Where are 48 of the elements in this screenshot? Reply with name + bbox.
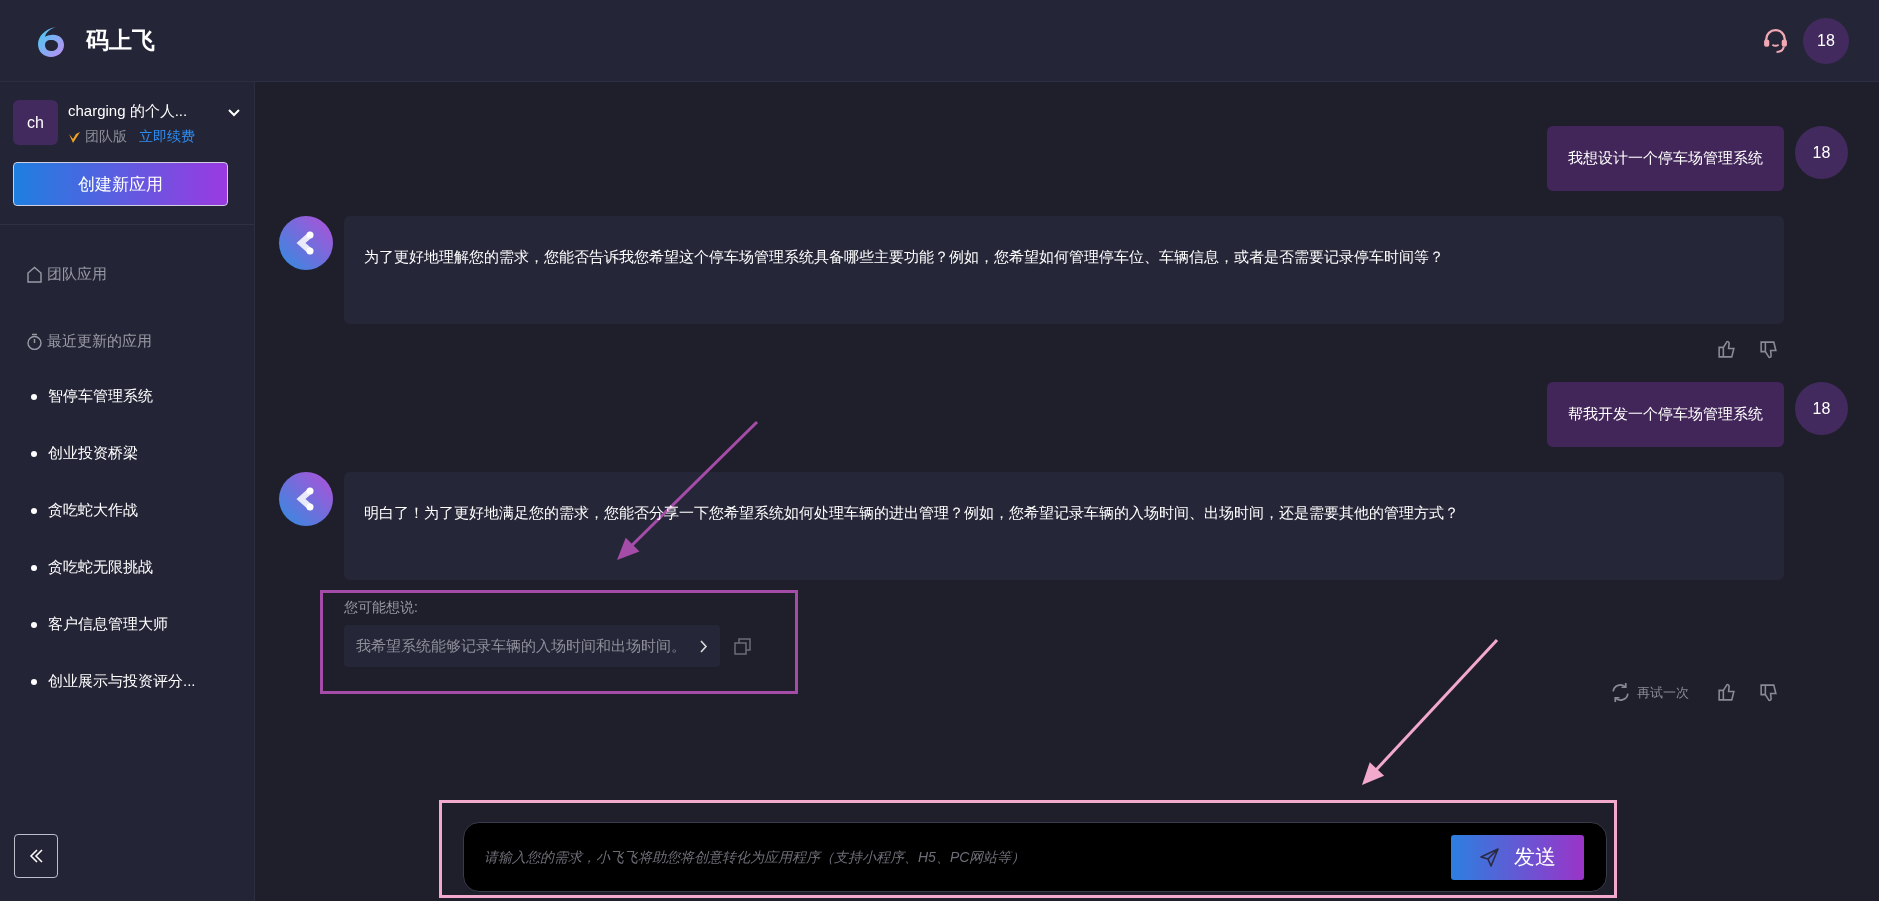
- recent-app-item[interactable]: 贪吃蛇大作战: [48, 501, 138, 520]
- app-title: 码上飞: [86, 26, 155, 55]
- bullet-icon: [31, 564, 37, 571]
- suggestions-label: 您可能想说:: [344, 599, 419, 617]
- thumbs-down-icon[interactable]: [1758, 339, 1779, 360]
- headset-icon[interactable]: [1762, 27, 1789, 54]
- user-message: 帮我开发一个停车场管理系统: [1547, 382, 1784, 447]
- double-chevron-left-icon: [27, 848, 45, 864]
- bullet-icon: [31, 621, 37, 628]
- recent-app-item[interactable]: 创业投资桥梁: [48, 444, 138, 463]
- collapse-sidebar-button[interactable]: [14, 834, 58, 878]
- recent-app-item[interactable]: 贪吃蛇无限挑战: [48, 558, 153, 577]
- suggestion-chip[interactable]: 我希望系统能够记录车辆的入场时间和出场时间。: [344, 625, 720, 667]
- assistant-message: 为了更好地理解您的需求，您能否告诉我您希望这个停车场管理系统具备哪些主要功能？例如，您希望如何管理停车位、车辆信息，或者是否需要记录停车时间等？: [364, 248, 1444, 265]
- create-app-button[interactable]: 创建新应用: [13, 162, 228, 206]
- team-apps-link[interactable]: 团队应用: [47, 265, 107, 284]
- recent-app-item[interactable]: 智停车管理系统: [48, 387, 153, 406]
- plan-label: 团队版: [85, 128, 127, 146]
- workspace-avatar: ch: [13, 100, 58, 145]
- user-avatar[interactable]: 18: [1803, 17, 1849, 64]
- thumbs-up-icon[interactable]: [1716, 682, 1737, 703]
- recent-app-item[interactable]: 创业展示与投资评分...: [48, 672, 196, 691]
- thumbs-down-icon[interactable]: [1758, 682, 1779, 703]
- bullet-icon: [31, 507, 37, 514]
- assistant-message: 明白了！为了更好地满足您的需求，您能否分享一下您希望系统如何处理车辆的进出管理？例如，您希望记录车辆的入场时间、出场时间，还是需要其他的管理方式？: [364, 504, 1459, 521]
- send-icon: [1479, 846, 1500, 868]
- user-avatar: 18: [1795, 382, 1848, 435]
- thumbs-up-icon[interactable]: [1716, 339, 1737, 360]
- bot-avatar-icon: [279, 216, 333, 270]
- refresh-icon: [1610, 682, 1631, 703]
- section-heading: 最近更新的应用: [47, 332, 152, 351]
- user-message: 我想设计一个停车场管理系统: [1547, 126, 1784, 191]
- chevron-right-icon: [698, 638, 708, 654]
- copy-icon[interactable]: [734, 637, 751, 655]
- user-avatar: 18: [1795, 126, 1848, 179]
- recent-app-item[interactable]: 客户信息管理大师: [48, 615, 168, 634]
- plan-badge-icon: [68, 130, 81, 144]
- renew-link[interactable]: 立即续费: [139, 128, 195, 146]
- home-icon: [26, 266, 43, 283]
- send-button[interactable]: 发送: [1451, 834, 1584, 880]
- message-input[interactable]: 请输入您的需求，小飞飞将助您将创意转化为应用程序（支持小程序、H5、PC网站等） 发送: [463, 822, 1607, 892]
- workspace-name: charging 的个人...: [68, 102, 188, 121]
- bullet-icon: [31, 450, 37, 457]
- bullet-icon: [31, 678, 37, 685]
- chevron-down-icon[interactable]: [227, 106, 241, 117]
- bot-avatar-icon: [279, 472, 333, 526]
- bullet-icon: [31, 393, 37, 400]
- stopwatch-icon: [26, 333, 43, 350]
